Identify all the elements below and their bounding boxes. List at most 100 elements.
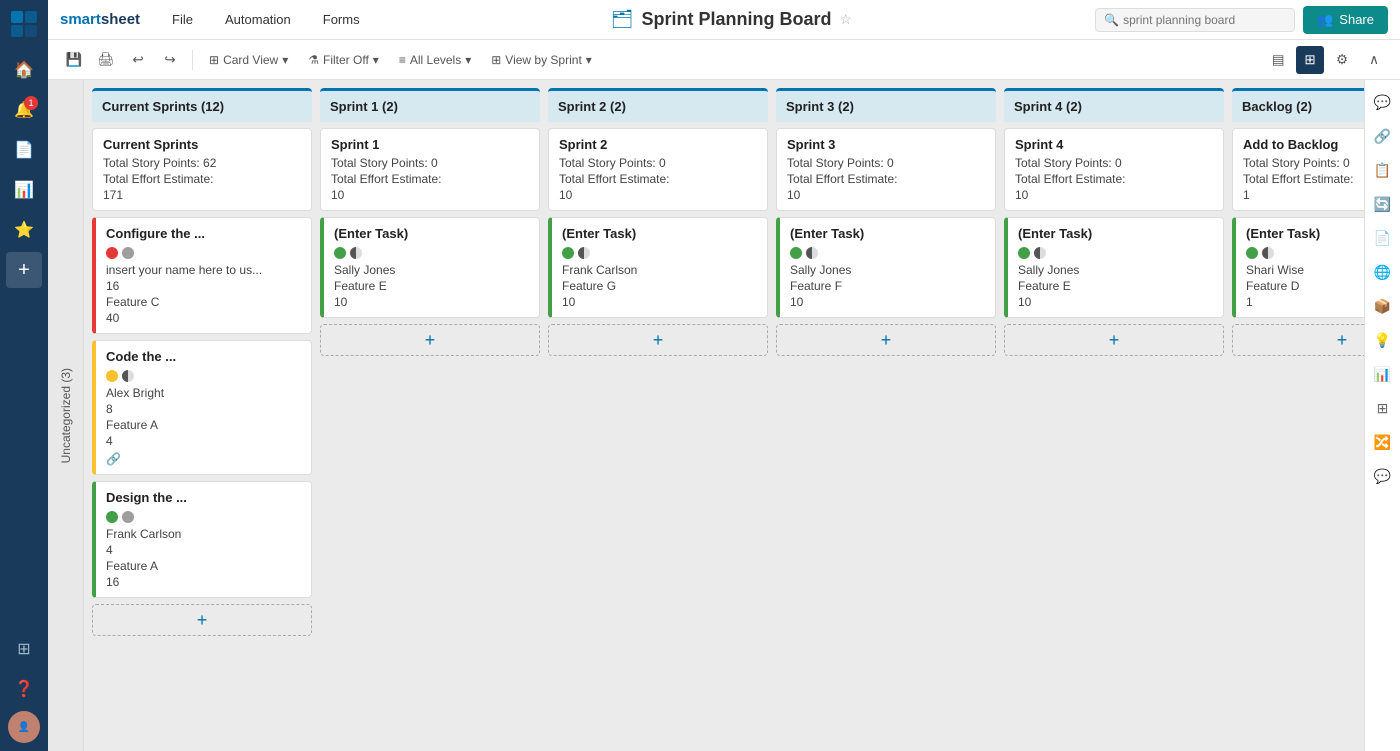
task-field3: 40 <box>106 311 301 325</box>
add-task-button[interactable]: + <box>1004 324 1224 356</box>
settings-button[interactable]: ⚙ <box>1328 46 1356 74</box>
task-title: (Enter Task) <box>1246 226 1364 241</box>
effort-field: Total Effort Estimate: <box>1015 172 1213 186</box>
column-header-sprint-2: Sprint 2 (2) <box>548 88 768 122</box>
task-field1: 16 <box>106 279 301 293</box>
favorite-star-icon[interactable]: ☆ <box>840 11 853 28</box>
task-field1: 8 <box>106 402 301 416</box>
card-view-chevron: ▾ <box>282 53 288 67</box>
task-card[interactable]: (Enter Task) Sally JonesFeature E10 <box>1004 217 1224 318</box>
task-assignee: Sally Jones <box>334 263 529 277</box>
add-task-button[interactable]: + <box>776 324 996 356</box>
copy-icon[interactable]: 📋 <box>1369 156 1397 184</box>
task-field2: Feature A <box>106 559 301 573</box>
task-field2: Feature A <box>106 418 301 432</box>
attachment-icon: 🔗 <box>106 452 301 466</box>
sidebar-add-icon[interactable]: + <box>6 252 42 288</box>
task-card[interactable]: (Enter Task) Sally JonesFeature E10 <box>320 217 540 318</box>
globe-icon[interactable]: 🌐 <box>1369 258 1397 286</box>
sidebar-grid-icon[interactable]: ⊞ <box>6 631 42 667</box>
story-points-field: Total Story Points: 0 <box>1015 156 1213 170</box>
message-icon[interactable]: 💬 <box>1369 462 1397 490</box>
task-field1: Feature E <box>1018 279 1213 293</box>
uncategorized-sidebar[interactable]: Uncategorized (3) <box>48 80 84 751</box>
print-button[interactable]: 🖨 <box>92 46 120 74</box>
filter-button[interactable]: ⚗ Filter Off ▾ <box>300 49 387 71</box>
status-dot-half <box>350 247 362 259</box>
redo-button[interactable]: ↪ <box>156 46 184 74</box>
add-task-button[interactable]: + <box>548 324 768 356</box>
summary-card-backlog: Add to Backlog Total Story Points: 0 Tot… <box>1232 128 1364 211</box>
story-points-field: Total Story Points: 0 <box>1243 156 1364 170</box>
grid-icon[interactable]: ⊞ <box>1369 394 1397 422</box>
collapse-button[interactable]: ∧ <box>1360 46 1388 74</box>
nav-file[interactable]: File <box>164 8 201 31</box>
levels-chevron: ▾ <box>465 53 471 67</box>
card-grid-button[interactable]: ⊞ <box>1296 46 1324 74</box>
nav-forms[interactable]: Forms <box>315 8 368 31</box>
sidebar-reports-icon[interactable]: 📊 <box>6 172 42 208</box>
sprint-name: Add to Backlog <box>1243 137 1364 152</box>
nav-automation[interactable]: Automation <box>217 8 299 31</box>
task-assignee: Alex Bright <box>106 386 301 400</box>
sprint-name: Sprint 3 <box>787 137 985 152</box>
sidebar-home-icon[interactable]: 🏠 <box>6 52 42 88</box>
task-card[interactable]: (Enter Task) Frank CarlsonFeature G10 <box>548 217 768 318</box>
add-task-button[interactable]: + <box>320 324 540 356</box>
task-card[interactable]: Code the ... Alex Bright8Feature A4🔗 <box>92 340 312 475</box>
task-field1: Feature F <box>790 279 985 293</box>
save-button[interactable]: 💾 <box>60 46 88 74</box>
task-field2: 10 <box>790 295 985 309</box>
shuffle-icon[interactable]: 🔀 <box>1369 428 1397 456</box>
refresh-icon[interactable]: 🔄 <box>1369 190 1397 218</box>
header-right: 🔍 👥 Share <box>1095 6 1388 34</box>
compact-view-button[interactable]: ▤ <box>1264 46 1292 74</box>
card-view-button[interactable]: ⊞ Card View ▾ <box>201 49 296 71</box>
sidebar-help-icon[interactable]: ❓ <box>6 671 42 707</box>
status-dot-green <box>1018 247 1030 259</box>
board-column-sprint-4: Sprint 4 (2) Sprint 4 Total Story Points… <box>1004 88 1224 743</box>
chart-icon[interactable]: 📊 <box>1369 360 1397 388</box>
levels-button[interactable]: ≡ All Levels ▾ <box>391 49 479 71</box>
add-task-button[interactable]: + <box>92 604 312 636</box>
task-title: (Enter Task) <box>1018 226 1213 241</box>
task-assignee: Shari Wise <box>1246 263 1364 277</box>
effort-value: 10 <box>1015 188 1213 202</box>
story-points-field: Total Story Points: 0 <box>331 156 529 170</box>
search-box[interactable]: 🔍 <box>1095 8 1295 32</box>
task-card[interactable]: (Enter Task) Sally JonesFeature F10 <box>776 217 996 318</box>
doc-icon[interactable]: 📄 <box>1369 224 1397 252</box>
package-icon[interactable]: 📦 <box>1369 292 1397 320</box>
toolbar: 💾 🖨 ↩ ↪ ⊞ Card View ▾ ⚗ Filter Off ▾ ≡ A… <box>48 40 1400 80</box>
add-task-button[interactable]: + <box>1232 324 1364 356</box>
header-center: 🗂 Sprint Planning Board ☆ <box>384 9 1080 30</box>
share-button[interactable]: 👥 Share <box>1303 6 1388 34</box>
task-dots <box>790 247 985 259</box>
task-assignee: Sally Jones <box>1018 263 1213 277</box>
search-input[interactable] <box>1123 13 1286 27</box>
effort-field: Total Effort Estimate: <box>559 172 757 186</box>
status-dot-green <box>790 247 802 259</box>
sidebar-sheets-icon[interactable]: 📄 <box>6 132 42 168</box>
task-title: Configure the ... <box>106 226 301 241</box>
task-field3: 16 <box>106 575 301 589</box>
comments-icon[interactable]: 💬 <box>1369 88 1397 116</box>
summary-card-sprint-2: Sprint 2 Total Story Points: 0 Total Eff… <box>548 128 768 211</box>
lightbulb-icon[interactable]: 💡 <box>1369 326 1397 354</box>
undo-button[interactable]: ↩ <box>124 46 152 74</box>
task-card[interactable]: Design the ... Frank Carlson4Feature A16 <box>92 481 312 598</box>
sprint-name: Sprint 1 <box>331 137 529 152</box>
sidebar-favorites-icon[interactable]: ⭐ <box>6 212 42 248</box>
status-dot-half <box>1034 247 1046 259</box>
task-card[interactable]: Configure the ... insert your name here … <box>92 217 312 334</box>
logo-area <box>8 8 40 40</box>
task-card[interactable]: (Enter Task) Shari WiseFeature D1 <box>1232 217 1364 318</box>
view-by-button[interactable]: ⊞ View by Sprint ▾ <box>483 49 600 71</box>
task-field2: 10 <box>562 295 757 309</box>
task-title: (Enter Task) <box>562 226 757 241</box>
attach-icon[interactable]: 🔗 <box>1369 122 1397 150</box>
right-sidebar: 💬 🔗 📋 🔄 📄 🌐 📦 💡 📊 ⊞ 🔀 💬 <box>1364 80 1400 751</box>
user-avatar[interactable]: 👤 <box>8 711 40 743</box>
main-area: smartsheet File Automation Forms 🗂 Sprin… <box>48 0 1400 751</box>
sidebar-notifications-icon[interactable]: 🔔 1 <box>6 92 42 128</box>
